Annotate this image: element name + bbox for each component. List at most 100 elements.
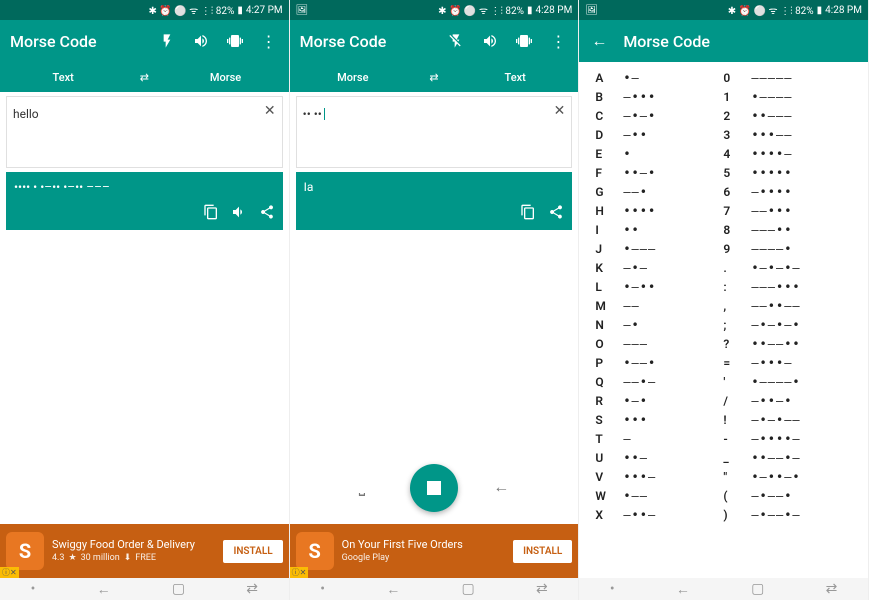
flash-off-icon[interactable] — [446, 31, 466, 51]
symbol: 6 — [723, 185, 751, 199]
install-button[interactable]: INSTALL — [223, 540, 282, 563]
status-icons: ✱ ⏰ ⚪ ᯤ ⋮⫶ 82% — [438, 3, 524, 17]
sound-icon[interactable] — [480, 31, 500, 51]
input-area[interactable]: hello ✕ — [6, 96, 283, 168]
ad-subtitle: Google Play — [342, 553, 505, 564]
vibrate-icon[interactable] — [225, 31, 245, 51]
symbol-code: –––•• — [751, 223, 852, 237]
nav-home-icon[interactable]: ▢ — [751, 581, 764, 597]
back-icon[interactable]: ← — [589, 31, 609, 51]
ad-subtitle: 4.3★ 30 million⬇ FREE — [52, 553, 215, 564]
symbol-code: –••••– — [751, 432, 852, 446]
nav-back-icon[interactable]: ← — [386, 581, 400, 598]
nav-recent-icon[interactable]: ⇄ — [536, 581, 548, 597]
menu-icon[interactable]: ⋮ — [259, 31, 279, 51]
morse-row: L•–••:–––••• — [595, 277, 852, 296]
space-key-icon[interactable]: ⎵ — [359, 477, 365, 497]
share-icon[interactable] — [259, 204, 275, 224]
ad-text: On Your First Five Orders Google Play — [342, 538, 505, 564]
letter-code: •••– — [623, 470, 723, 484]
morse-row: E•4••••– — [595, 144, 852, 163]
letter-code: –•• — [623, 128, 723, 142]
share-icon[interactable] — [548, 204, 564, 224]
ad-banner[interactable]: S On Your First Five Orders Google Play … — [290, 524, 579, 578]
status-time: 4:27 PM — [246, 5, 283, 16]
swap-button[interactable]: ⇄ — [126, 71, 162, 84]
morse-row: O–––?••––•• — [595, 334, 852, 353]
ad-logo-icon: S — [6, 532, 44, 570]
input-area[interactable]: •• •• ✕ — [296, 96, 573, 168]
sound-icon[interactable] — [191, 31, 211, 51]
output-text: •••• • •–•• •–•• ––– — [14, 180, 275, 198]
letter: P — [595, 356, 623, 370]
tab-morse[interactable]: Morse — [290, 71, 416, 84]
install-button[interactable]: INSTALL — [513, 540, 572, 563]
symbol: " — [723, 470, 751, 484]
nav-back-icon[interactable]: ← — [676, 581, 690, 598]
symbol-code: ––––• — [751, 242, 852, 256]
nav-dot-icon[interactable]: • — [320, 581, 325, 597]
play-sound-icon[interactable] — [231, 204, 247, 224]
letter: Q — [595, 375, 623, 389]
letter: A — [595, 71, 623, 85]
symbol: 5 — [723, 166, 751, 180]
letter: K — [595, 261, 623, 275]
symbol-code: •–––– — [751, 90, 852, 104]
letter: E — [595, 147, 623, 161]
ad-badge-icon[interactable]: ⓘ✕ — [0, 567, 19, 578]
ad-badge-icon[interactable]: ⓘ✕ — [290, 567, 309, 578]
tab-text[interactable]: Text — [452, 71, 578, 84]
letter-code: ––– — [623, 337, 723, 351]
flash-icon[interactable] — [157, 31, 177, 51]
copy-icon[interactable] — [203, 204, 219, 224]
battery-icon: ▮ — [527, 5, 533, 16]
battery-icon: ▮ — [817, 5, 823, 16]
letter: X — [595, 508, 623, 522]
app-title: Morse Code — [10, 32, 143, 51]
letter-code: –– — [623, 299, 723, 313]
letter: M — [595, 299, 623, 313]
nav-recent-icon[interactable]: ⇄ — [246, 581, 258, 597]
vibrate-icon[interactable] — [514, 31, 534, 51]
symbol-code: ––••• — [751, 204, 852, 218]
tabs: Morse ⇄ Text — [290, 62, 579, 92]
nav-bar: • ← ▢ ⇄ — [290, 578, 579, 600]
symbol: / — [723, 394, 751, 408]
symbol: ; — [723, 318, 751, 332]
letter: V — [595, 470, 623, 484]
clear-button[interactable]: ✕ — [554, 103, 566, 119]
morse-row: V•••–"•–••–• — [595, 467, 852, 486]
letter-code: •– — [623, 71, 723, 85]
ad-banner[interactable]: S Swiggy Food Order & Delivery 4.3★ 30 m… — [0, 524, 289, 578]
nav-dot-icon[interactable]: • — [610, 581, 615, 597]
symbol: ( — [723, 489, 751, 503]
nav-dot-icon[interactable]: • — [31, 581, 36, 597]
tab-morse[interactable]: Morse — [162, 71, 288, 84]
stop-fab[interactable] — [410, 464, 458, 512]
morse-row: B–•••1•–––– — [595, 87, 852, 106]
screen-morse-to-text: 🖼 ✱ ⏰ ⚪ ᯤ ⋮⫶ 82% ▮ 4:28 PM Morse Code ⋮ … — [290, 0, 580, 600]
morse-table[interactable]: A•–0–––––B–•••1•––––C–•–•2••–––D–••3•••–… — [579, 62, 868, 600]
letter: L — [595, 280, 623, 294]
nav-recent-icon[interactable]: ⇄ — [826, 581, 838, 597]
letter: T — [595, 432, 623, 446]
morse-row: T–-–••••– — [595, 429, 852, 448]
menu-icon[interactable]: ⋮ — [548, 31, 568, 51]
clear-button[interactable]: ✕ — [264, 103, 276, 119]
letter: U — [595, 451, 623, 465]
nav-bar: • ← ▢ ⇄ — [579, 578, 868, 600]
morse-row: A•–0––––– — [595, 68, 852, 87]
nav-home-icon[interactable]: ▢ — [461, 581, 474, 597]
app-bar: Morse Code ⋮ — [290, 20, 579, 62]
symbol: 7 — [723, 204, 751, 218]
letter: D — [595, 128, 623, 142]
backspace-key-icon[interactable]: ← — [493, 477, 509, 497]
morse-row: Q––•–'•––––• — [595, 372, 852, 391]
letter-code: •• — [623, 223, 723, 237]
nav-back-icon[interactable]: ← — [97, 581, 111, 598]
nav-home-icon[interactable]: ▢ — [172, 581, 185, 597]
copy-icon[interactable] — [520, 204, 536, 224]
symbol-code: –•––•– — [751, 508, 852, 522]
swap-button[interactable]: ⇄ — [416, 71, 452, 84]
tab-text[interactable]: Text — [0, 71, 126, 84]
